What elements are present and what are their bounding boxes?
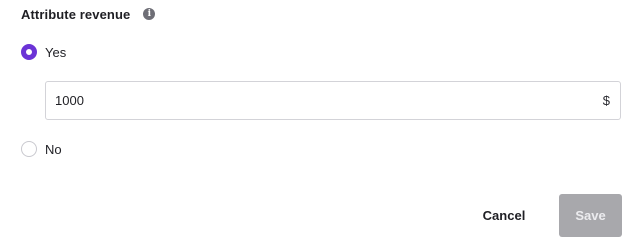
section-title: Attribute revenue [21, 6, 131, 22]
revenue-amount-input[interactable] [46, 82, 603, 119]
radio-label-no: No [45, 141, 62, 157]
radio-checked-icon[interactable] [21, 44, 37, 60]
radio-option-yes[interactable]: Yes [21, 44, 66, 60]
attribute-revenue-panel: Attribute revenue i Yes $ No Cancel Save [0, 0, 637, 250]
radio-label-yes: Yes [45, 44, 67, 60]
info-icon[interactable]: i [143, 8, 156, 20]
save-button[interactable]: Save [559, 194, 622, 237]
revenue-amount-field[interactable]: $ [45, 81, 621, 120]
radio-option-no[interactable]: No [21, 141, 62, 157]
cancel-button[interactable]: Cancel [470, 194, 538, 236]
section-header: Attribute revenue i [21, 4, 156, 24]
currency-symbol: $ [602, 93, 610, 108]
radio-unchecked-icon[interactable] [21, 141, 37, 157]
